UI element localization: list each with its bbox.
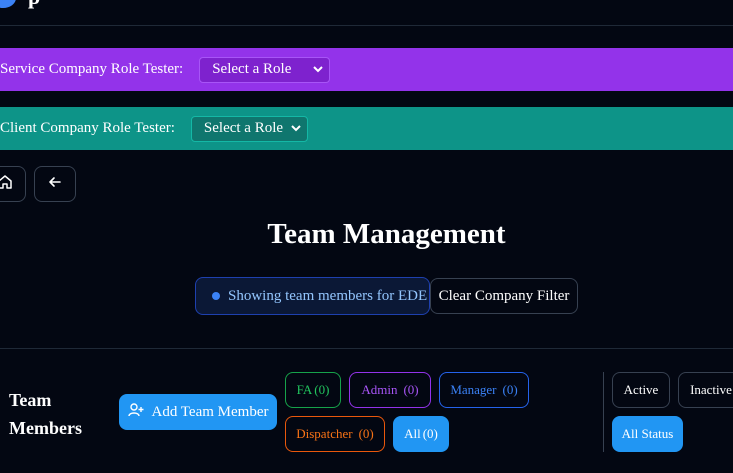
status-filter-inactive[interactable]: Inactive <box>678 372 733 408</box>
service-role-tester-label: Service Company Role Tester: <box>0 61 184 77</box>
role-filter-fa[interactable]: FA (0) <box>285 372 341 408</box>
chevron-down-icon <box>291 123 301 135</box>
client-role-select[interactable]: Select a Role <box>190 115 308 142</box>
client-role-tester-bar: Client Company Role Tester: Select a Rol… <box>0 107 733 150</box>
role-filter-admin-label: Admin <box>361 382 398 397</box>
role-filter-all[interactable]: All (0) <box>393 416 449 452</box>
company-filter-text: Showing team members for EDE <box>228 287 428 304</box>
add-team-member-label: Add Team Member <box>151 403 269 420</box>
role-filter-manager-count: (0) <box>502 382 518 397</box>
add-team-member-button[interactable]: Add Team Member <box>119 394 277 430</box>
app-title: p <box>28 0 40 10</box>
page-title: Team Management <box>267 218 506 250</box>
status-filter-active[interactable]: Active <box>612 372 670 408</box>
logo-icon <box>0 0 16 8</box>
role-filter-manager[interactable]: Manager (0) <box>439 372 529 408</box>
user-plus-icon <box>127 402 152 423</box>
back-button[interactable] <box>34 166 76 202</box>
role-filter-fa-label: FA <box>296 382 313 397</box>
section-divider <box>0 348 733 349</box>
role-filter-dispatcher[interactable]: Dispatcher (0) <box>285 416 385 452</box>
role-filter-admin-count: (0) <box>403 382 419 397</box>
team-members-heading-line2: Members <box>9 418 82 438</box>
role-filter-fa-count: (0) <box>314 382 330 397</box>
filter-divider <box>603 372 604 452</box>
status-dot-icon <box>212 292 220 300</box>
arrow-left-icon <box>48 175 62 194</box>
team-members-heading-line1: Team <box>9 390 52 410</box>
top-bar: p <box>0 0 733 26</box>
role-filter-dispatcher-count: (0) <box>358 426 374 441</box>
role-filter-all-label: All <box>404 426 421 441</box>
company-filter-badge: Showing team members for EDE <box>195 277 430 315</box>
status-filter-all[interactable]: All Status <box>612 416 683 452</box>
service-role-select-value: Select a Role <box>212 61 292 77</box>
role-filter-manager-label: Manager <box>450 382 497 397</box>
team-members-heading: Team Members <box>9 386 99 442</box>
service-role-select[interactable]: Select a Role <box>199 56 331 83</box>
service-role-tester-bar: Service Company Role Tester: Select a Ro… <box>0 48 733 91</box>
clear-company-filter-button[interactable]: Clear Company Filter <box>430 278 578 314</box>
role-filter-dispatcher-label: Dispatcher <box>296 426 353 441</box>
client-role-tester-label: Client Company Role Tester: <box>0 120 175 136</box>
home-icon <box>0 174 13 195</box>
role-filter-all-count: (0) <box>422 426 438 441</box>
chevron-down-icon <box>313 64 323 76</box>
role-filter-admin[interactable]: Admin (0) <box>349 372 431 408</box>
home-button[interactable] <box>0 166 26 202</box>
client-role-select-value: Select a Role <box>203 120 284 136</box>
